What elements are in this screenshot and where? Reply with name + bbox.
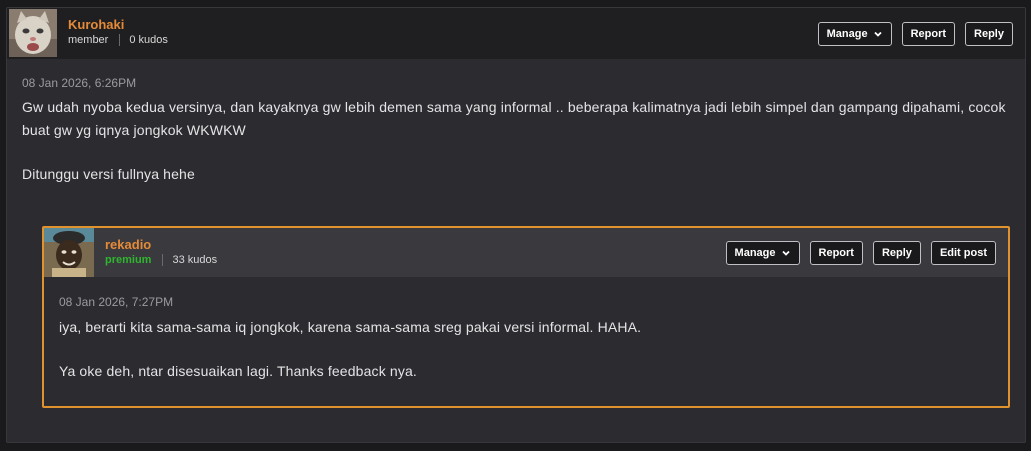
post-paragraph: iya, berarti kita sama-sama iq jongkok, … [59, 319, 642, 335]
manage-label: Manage [826, 28, 868, 40]
kudos-count: 0 kudos [129, 34, 168, 46]
reply-header: rekadio premium 33 kudos Manage Report R… [44, 228, 1008, 277]
reply-label: Reply [974, 28, 1004, 40]
avatar[interactable] [44, 228, 94, 277]
post-timestamp: 08 Jan 2026, 6:26PM [22, 76, 137, 90]
post-actions: Manage Report Reply [817, 22, 1013, 46]
reply-button[interactable]: Reply [965, 22, 1013, 46]
username[interactable]: Kurohaki [68, 17, 124, 32]
post-body: Gw udah nyoba kedua versinya, dan kayakn… [22, 96, 1012, 186]
kudos-count: 33 kudos [172, 254, 218, 266]
avatar[interactable] [9, 9, 57, 57]
reply-post: rekadio premium 33 kudos Manage Report R… [42, 226, 1010, 408]
manage-button[interactable]: Manage [725, 241, 800, 265]
reply-button[interactable]: Reply [872, 241, 921, 265]
username[interactable]: rekadio [105, 237, 151, 252]
meta-divider [119, 34, 121, 46]
post-header: Kurohaki member 0 kudos Manage Report Re… [7, 8, 1025, 59]
post-paragraph: Ya oke deh, ntar disesuaikan lagi. Thank… [59, 363, 417, 379]
post-paragraph: Gw udah nyoba kedua versinya, dan kayakn… [22, 99, 1006, 138]
edit-post-label: Edit post [939, 247, 987, 259]
user-meta: premium 33 kudos [105, 254, 217, 266]
manage-button[interactable]: Manage [817, 22, 892, 46]
report-label: Report [910, 28, 947, 40]
chevron-down-icon [873, 31, 882, 37]
report-button[interactable]: Report [809, 241, 863, 265]
meta-divider [162, 254, 164, 266]
edit-post-button[interactable]: Edit post [930, 241, 996, 265]
report-label: Report [818, 247, 854, 259]
post-actions: Manage Report Reply Edit post [725, 241, 996, 265]
post-body: iya, berarti kita sama-sama iq jongkok, … [59, 316, 989, 383]
premium-badge: premium [105, 254, 152, 266]
report-button[interactable]: Report [901, 22, 956, 46]
post-paragraph: Ditunggu versi fullnya hehe [22, 166, 195, 182]
reply-label: Reply [881, 247, 912, 259]
chevron-down-icon [781, 250, 790, 256]
user-meta: member 0 kudos [68, 34, 168, 46]
manage-label: Manage [734, 247, 776, 259]
post-timestamp: 08 Jan 2026, 7:27PM [59, 295, 174, 309]
user-role: member [68, 34, 109, 46]
main-post: Kurohaki member 0 kudos Manage Report Re… [6, 7, 1026, 443]
